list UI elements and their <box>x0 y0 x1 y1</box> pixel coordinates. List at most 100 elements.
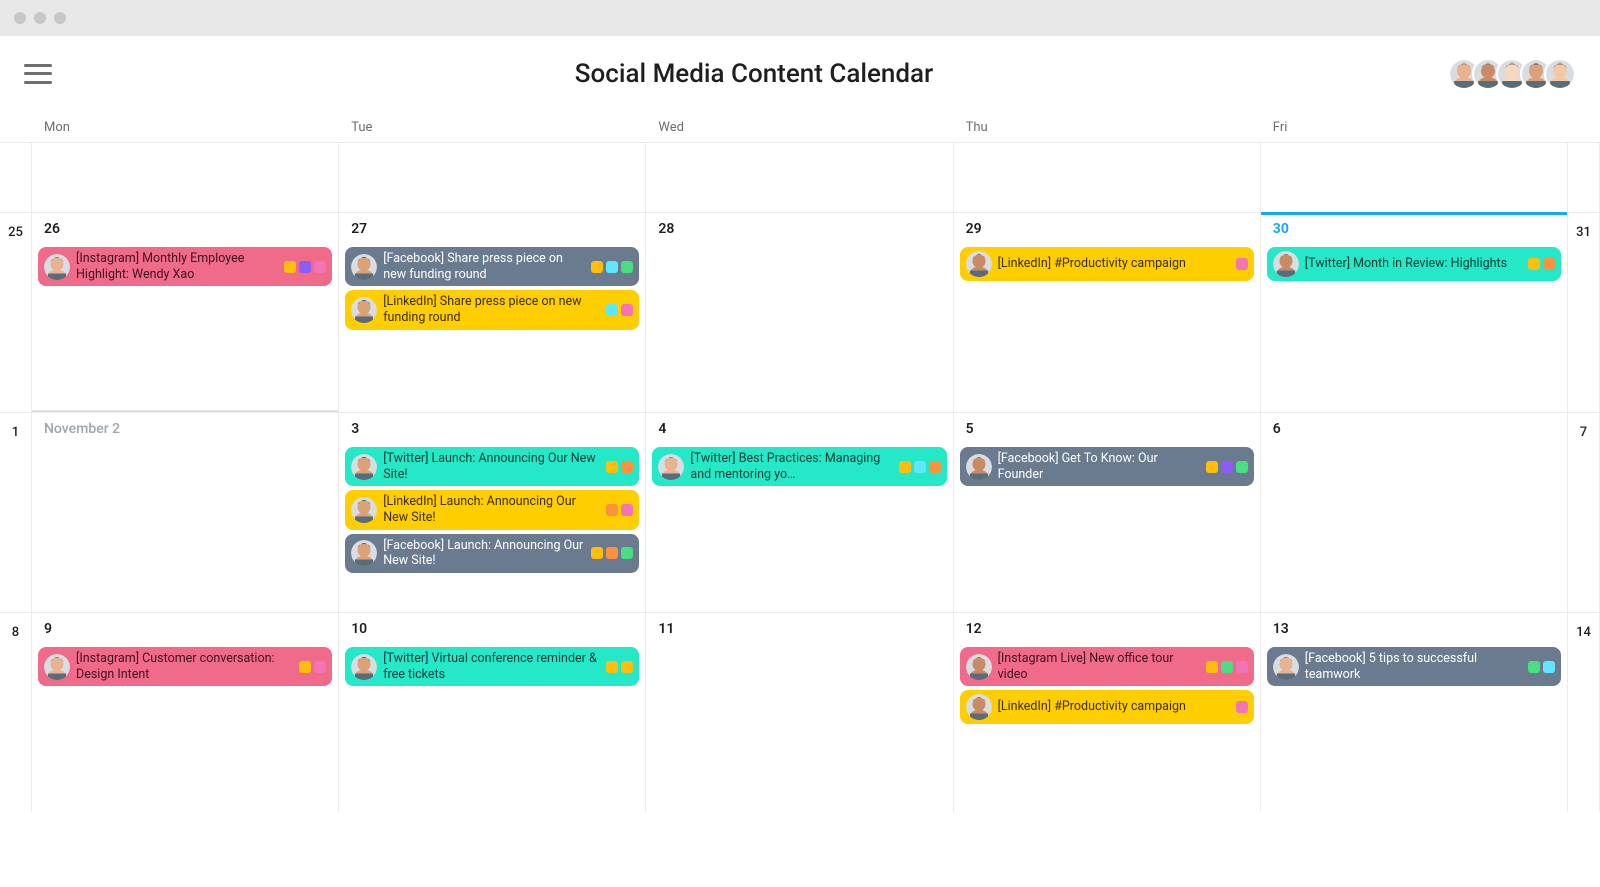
calendar-cell[interactable]: 3[Twitter] Launch: Announcing Our New Si… <box>339 412 646 612</box>
calendar-event[interactable]: [Instagram Live] New office tour video <box>960 647 1254 686</box>
assignee-avatar <box>351 454 377 480</box>
calendar-event[interactable]: [LinkedIn] #Productivity campaign <box>960 690 1254 724</box>
calendar-cell[interactable]: 5[Facebook] Get To Know: Our Founder <box>954 412 1261 612</box>
edge-date-right: 31 <box>1568 212 1600 412</box>
assignee-avatar <box>351 497 377 523</box>
tag-swatch <box>299 661 311 673</box>
tag-swatch <box>914 461 926 473</box>
edge-date-left: 1 <box>0 412 32 612</box>
day-header-row: Mon Tue Wed Thu Fri <box>0 112 1600 142</box>
event-title: [LinkedIn] Launch: Announcing Our New Si… <box>383 494 600 525</box>
tag-swatch <box>621 661 633 673</box>
cell-date: 29 <box>960 221 1254 243</box>
tag-swatch <box>1236 701 1248 713</box>
calendar-cell[interactable]: 10[Twitter] Virtual conference re­minder… <box>339 612 646 812</box>
assignee-avatar <box>351 297 377 323</box>
app-header: Social Media Content Calendar <box>0 36 1600 112</box>
traffic-light-zoom[interactable] <box>54 12 66 24</box>
tag-swatch <box>606 547 618 559</box>
window-titlebar <box>0 0 1600 36</box>
calendar: Mon Tue Wed Thu Fri 2526[Instagram] Mont… <box>0 112 1600 812</box>
tag-swatch <box>606 261 618 273</box>
assignee-avatar <box>44 654 70 680</box>
menu-icon[interactable] <box>24 64 52 84</box>
assignee-avatar <box>966 654 992 680</box>
tag-swatch <box>929 461 941 473</box>
tag-swatch <box>606 661 618 673</box>
calendar-cell[interactable]: 6 <box>1261 412 1568 612</box>
tag-swatch <box>299 261 311 273</box>
event-tags <box>1206 661 1248 673</box>
calendar-cell[interactable] <box>954 142 1261 212</box>
calendar-cell[interactable]: 13[Facebook] 5 tips to successful teamwo… <box>1261 612 1568 812</box>
cell-date: 12 <box>960 621 1254 643</box>
tag-swatch <box>621 304 633 316</box>
calendar-event[interactable]: [Twitter] Virtual conference re­minder &… <box>345 647 639 686</box>
calendar-cell[interactable]: 4[Twitter] Best Practices: Managing and … <box>646 412 953 612</box>
event-tags <box>1528 258 1555 270</box>
calendar-cell[interactable] <box>339 142 646 212</box>
event-title: [LinkedIn] #Productivity campaign <box>998 699 1230 715</box>
calendar-cell[interactable]: 30 [Twitter] Month in Review: Highlights <box>1261 212 1568 412</box>
tag-swatch <box>1543 661 1555 673</box>
cell-date: 27 <box>345 221 639 243</box>
calendar-event[interactable]: [LinkedIn] #Productivity campaign <box>960 247 1254 281</box>
collaborator-avatars[interactable] <box>1456 58 1576 90</box>
event-title: [Instagram Live] New office tour video <box>998 651 1200 682</box>
calendar-event[interactable]: [Twitter] Launch: Announcing Our New Sit… <box>345 447 639 486</box>
tag-swatch <box>1236 258 1248 270</box>
calendar-event[interactable]: [Facebook] Get To Know: Our Founder <box>960 447 1254 486</box>
calendar-cell[interactable]: 12 [Instagram Live] New office tour video… <box>954 612 1261 812</box>
calendar-cell[interactable]: 26[Instagram] Monthly Employ­ee Highligh… <box>32 212 339 412</box>
tag-swatch <box>621 547 633 559</box>
calendar-event[interactable]: [Twitter] Month in Review: Highlights <box>1267 247 1561 281</box>
event-title: [Facebook] Launch: An­nouncing Our New S… <box>383 538 585 569</box>
calendar-event[interactable]: [Facebook] 5 tips to successful teamwork <box>1267 647 1561 686</box>
tag-swatch <box>1236 661 1248 673</box>
calendar-event[interactable]: [Instagram] Customer conver­sation: Desi… <box>38 647 332 686</box>
tag-swatch <box>314 661 326 673</box>
event-title: [Instagram] Monthly Employ­ee Highlight:… <box>76 251 278 282</box>
tag-swatch <box>1206 461 1218 473</box>
tag-swatch <box>621 261 633 273</box>
calendar-cell[interactable] <box>646 142 953 212</box>
calendar-cell[interactable]: November 2 <box>32 412 339 612</box>
cell-date: 28 <box>652 221 946 243</box>
tag-swatch <box>1528 661 1540 673</box>
tag-swatch <box>606 504 618 516</box>
calendar-cell[interactable]: 27 [Facebook] Share press piece on new fu… <box>339 212 646 412</box>
event-title: [LinkedIn] Share press piece on new fund… <box>383 294 600 325</box>
day-header: Fri <box>1261 120 1568 135</box>
day-header: Wed <box>646 120 953 135</box>
event-tags <box>299 661 326 673</box>
calendar-cell[interactable]: 9[Instagram] Customer conver­sation: Des… <box>32 612 339 812</box>
calendar-cell[interactable]: 28 <box>646 212 953 412</box>
traffic-light-close[interactable] <box>14 12 26 24</box>
day-header: Mon <box>32 120 339 135</box>
calendar-grid: 2526[Instagram] Monthly Employ­ee Highli… <box>0 142 1600 812</box>
tag-swatch <box>606 304 618 316</box>
tag-swatch <box>1528 258 1540 270</box>
calendar-cell[interactable]: 11 <box>646 612 953 812</box>
calendar-cell[interactable] <box>1261 142 1568 212</box>
calendar-event[interactable]: [Facebook] Share press piece on new fund… <box>345 247 639 286</box>
calendar-cell[interactable] <box>32 142 339 212</box>
avatar[interactable] <box>1544 58 1576 90</box>
event-title: [Twitter] Launch: Announcing Our New Sit… <box>383 451 600 482</box>
cell-date: 30 <box>1267 221 1561 243</box>
event-title: [LinkedIn] #Productivity campaign <box>998 256 1230 272</box>
cell-date: November 2 <box>38 421 332 443</box>
edge-date-left: 25 <box>0 212 32 412</box>
tag-swatch <box>1236 461 1248 473</box>
calendar-cell[interactable]: 29 [LinkedIn] #Productivity campaign <box>954 212 1261 412</box>
calendar-event[interactable]: [Instagram] Monthly Employ­ee Highlight:… <box>38 247 332 286</box>
traffic-light-minimize[interactable] <box>34 12 46 24</box>
calendar-event[interactable]: [Twitter] Best Practices: Managing and m… <box>652 447 946 486</box>
calendar-event[interactable]: [LinkedIn] Share press piece on new fund… <box>345 290 639 329</box>
assignee-avatar <box>351 540 377 566</box>
edge-date-right <box>1568 142 1600 212</box>
tag-swatch <box>314 261 326 273</box>
edge-date-right: 7 <box>1568 412 1600 612</box>
calendar-event[interactable]: [Facebook] Launch: An­nouncing Our New S… <box>345 534 639 573</box>
calendar-event[interactable]: [LinkedIn] Launch: Announcing Our New Si… <box>345 490 639 529</box>
